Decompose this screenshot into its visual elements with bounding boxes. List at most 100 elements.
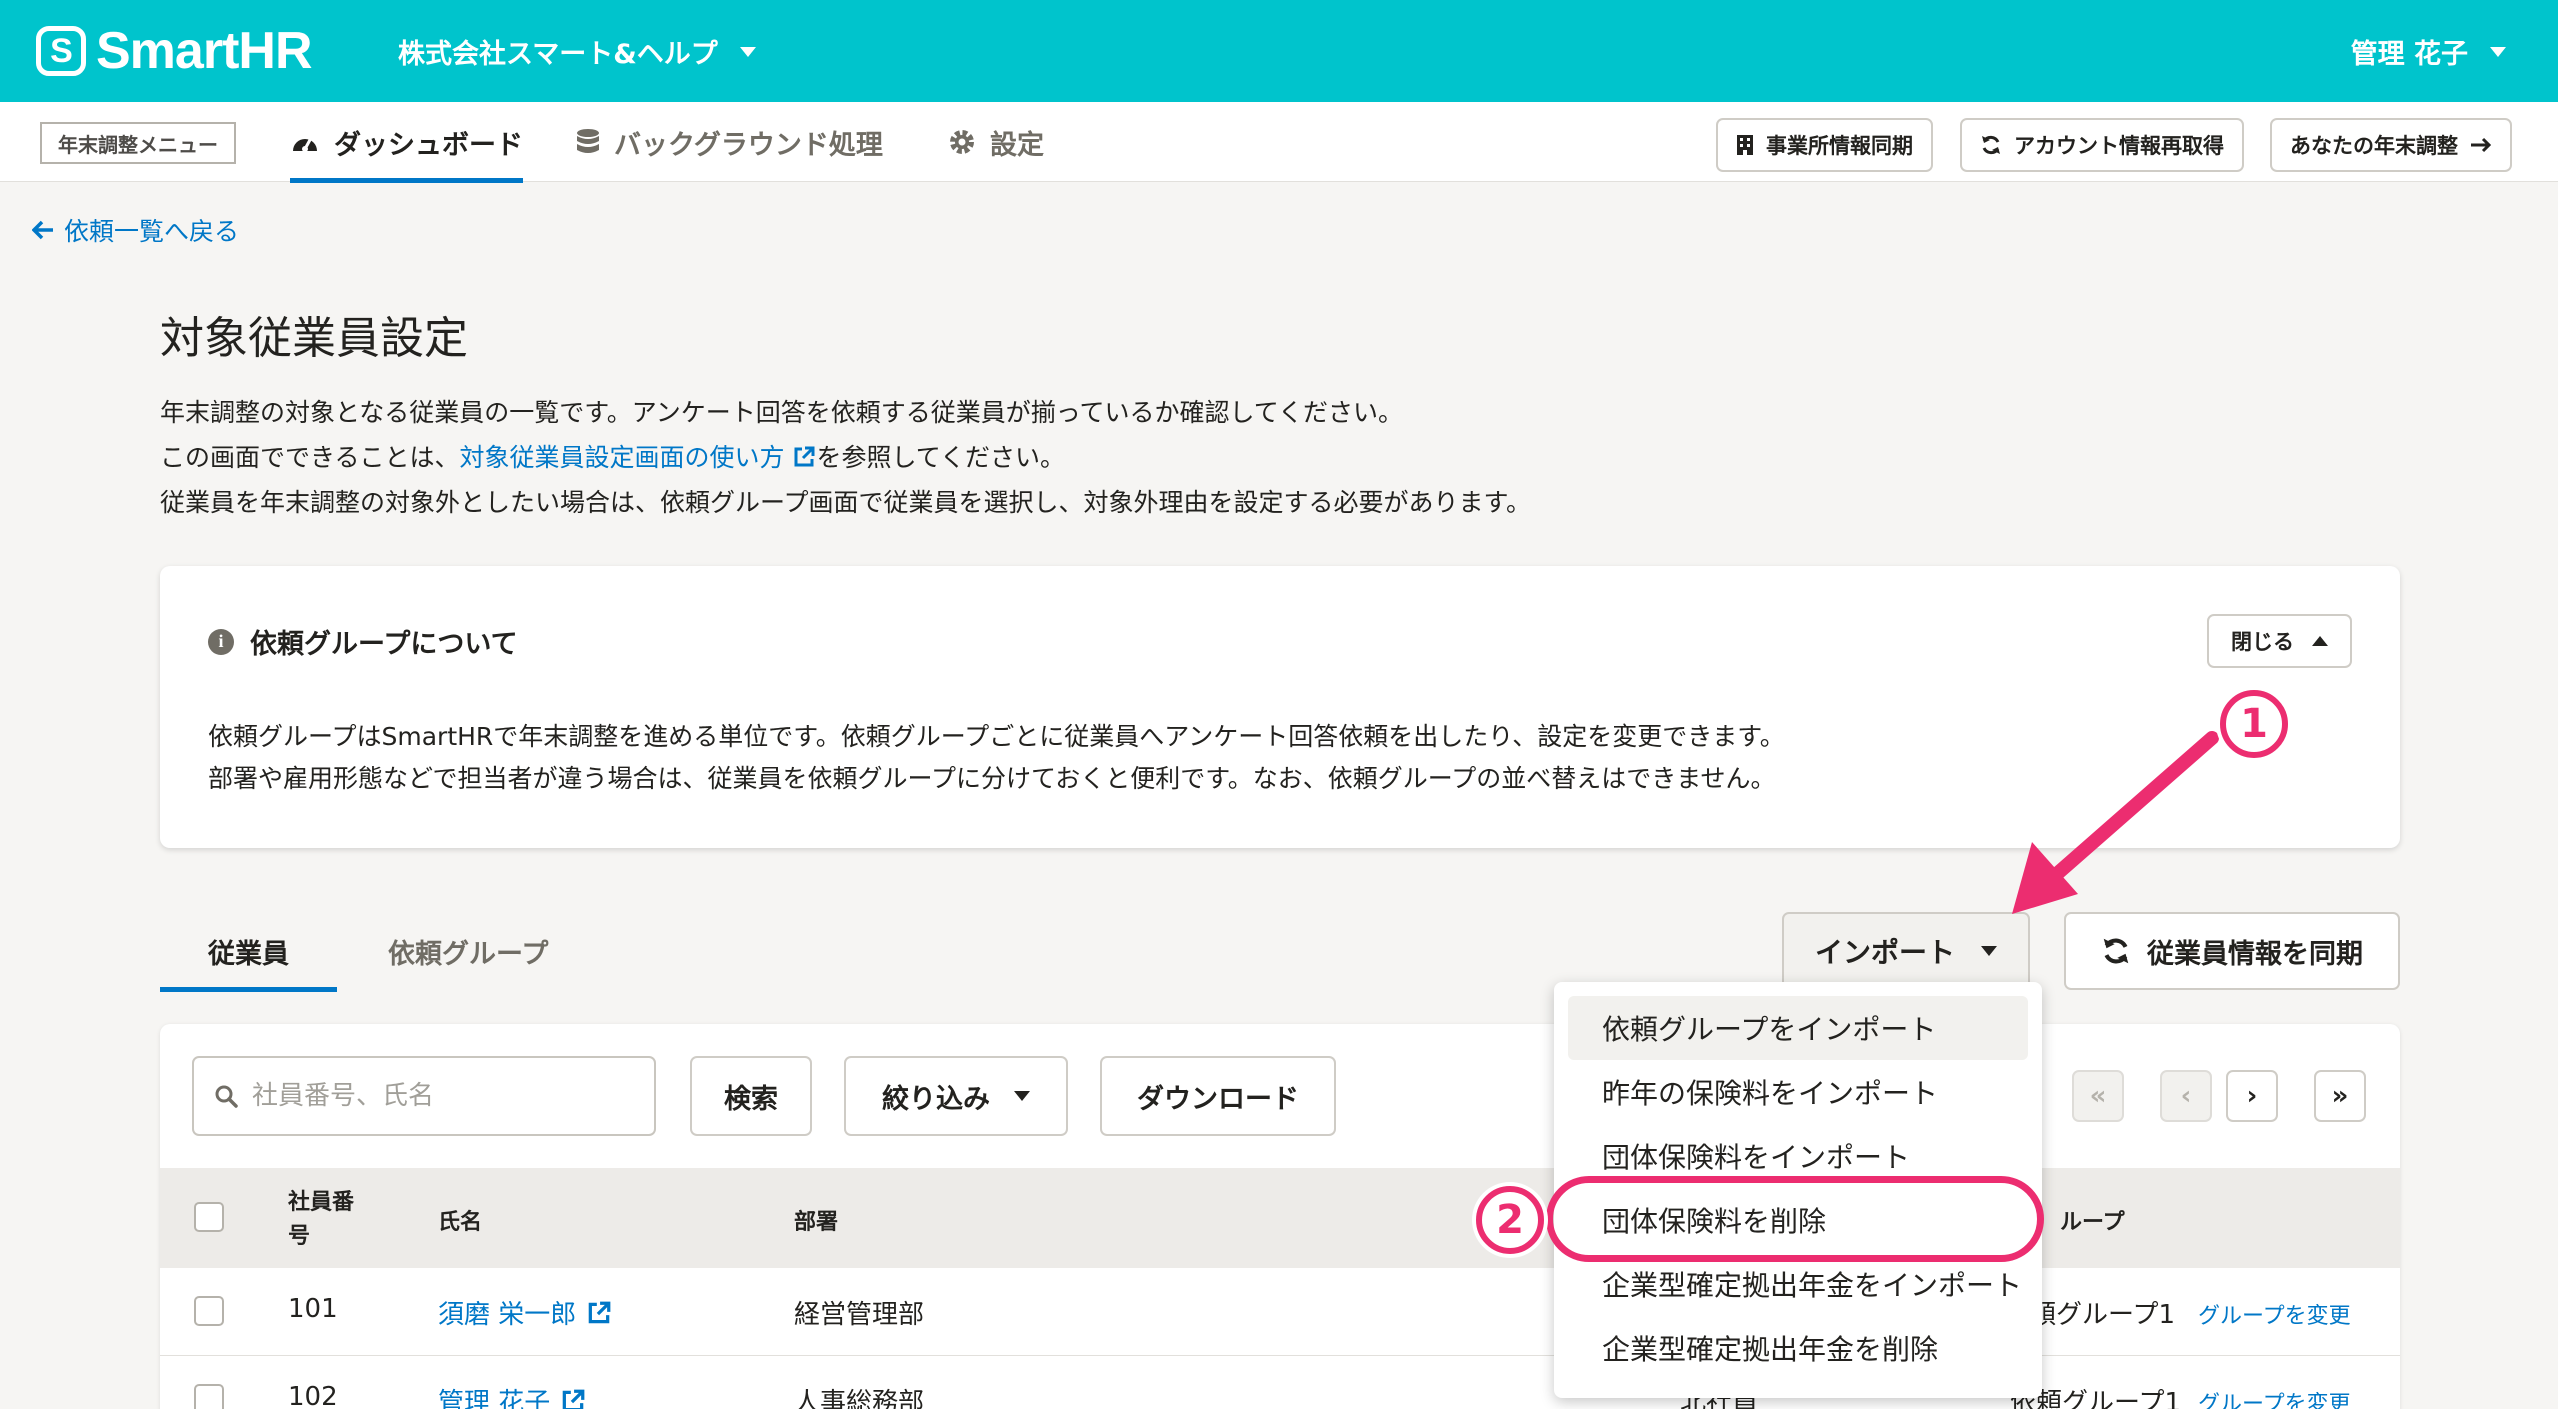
import-dropdown-menu: 依頼グループをインポート 昨年の保険料をインポート 団体保険料をインポート 団体…	[1554, 982, 2042, 1398]
employee-name-link[interactable]: 須磨 栄一郎	[438, 1294, 612, 1331]
caret-up-icon	[2312, 636, 2328, 646]
tab-dashboard[interactable]: ダッシュボード	[290, 102, 523, 183]
request-group-info-panel: i 依頼グループについて 閉じる 依頼グループはSmartHRで年末調整を進める…	[160, 566, 2400, 848]
sub-navigation: 年末調整メニュー ダッシュボード バックグラウンド処理 設定 事業所情報同期 ア…	[0, 102, 2558, 183]
double-chevron-right-icon: »	[2331, 1081, 2349, 1111]
smarthr-logo-mark-icon: S	[36, 26, 86, 76]
refresh-icon	[1980, 134, 2002, 156]
menu-item-import-dc-pension[interactable]: 企業型確定拠出年金をインポート	[1568, 1252, 2028, 1316]
search-field[interactable]	[192, 1056, 656, 1136]
search-input[interactable]	[252, 1081, 632, 1111]
your-year-end-label: あなたの年末調整	[2290, 134, 2458, 158]
header-employee-number: 社員番 号	[288, 1186, 354, 1254]
desc-line-2-post: を参照してください。	[816, 443, 1065, 472]
panel-title: 依頼グループについて	[250, 629, 518, 660]
change-group-link[interactable]: グループを変更	[2198, 1386, 2351, 1409]
back-link-label: 依頼一覧へ戻る	[64, 217, 240, 246]
step-1-badge: 1	[2220, 690, 2288, 758]
tab-settings[interactable]: 設定	[948, 102, 1044, 182]
back-to-list-link[interactable]: 依頼一覧へ戻る	[32, 212, 239, 248]
employee-number: 102	[288, 1382, 338, 1409]
page-description: 年末調整の対象となる従業員の一覧です。アンケート回答を依頼する従業員が揃っている…	[160, 390, 1531, 525]
employee-name-link[interactable]: 管理 花子	[438, 1382, 586, 1409]
your-year-end-button[interactable]: あなたの年末調整	[2270, 118, 2512, 172]
row-checkbox[interactable]	[194, 1384, 224, 1409]
header-employee-number-line2: 号	[288, 1224, 311, 1249]
top-bar: S SmartHR 株式会社スマート&ヘルプ 管理 花子	[0, 0, 2558, 102]
external-link-icon	[792, 445, 816, 469]
smarthr-logo[interactable]: S SmartHR	[36, 22, 312, 80]
gear-icon	[948, 128, 976, 156]
chevron-left-icon: ‹	[2180, 1081, 2192, 1111]
filter-button[interactable]: 絞り込み	[844, 1056, 1068, 1136]
tab-request-groups[interactable]: 依頼グループ	[340, 918, 596, 992]
database-icon	[576, 128, 600, 156]
panel-close-label: 閉じる	[2231, 630, 2294, 654]
first-page-button[interactable]: «	[2072, 1070, 2124, 1122]
caret-down-icon	[739, 46, 756, 57]
company-selector[interactable]: 株式会社スマート&ヘルプ	[398, 32, 756, 71]
search-button[interactable]: 検索	[690, 1056, 812, 1136]
header-group: ループ	[2060, 1210, 2125, 1235]
change-group-link[interactable]: グループを変更	[2198, 1298, 2351, 1330]
help-link[interactable]: 対象従業員設定画面の使い方	[460, 443, 817, 472]
prev-page-button[interactable]: ‹	[2160, 1070, 2212, 1122]
desc-line-2-pre: この画面でできることは、	[160, 443, 460, 472]
info-icon: i	[208, 628, 234, 655]
caret-down-icon	[1014, 1091, 1030, 1101]
panel-heading: i 依頼グループについて	[208, 622, 518, 661]
arrow-left-icon	[32, 220, 54, 240]
office-sync-label: 事業所情報同期	[1766, 134, 1913, 158]
import-button[interactable]: インポート	[1782, 912, 2030, 990]
tab-employees-label: 従業員	[208, 939, 289, 970]
double-chevron-left-icon: «	[2089, 1081, 2107, 1111]
user-name: 管理 花子	[2350, 39, 2468, 70]
account-refresh-label: アカウント情報再取得	[2014, 134, 2224, 158]
external-link-icon	[560, 1388, 586, 1409]
tab-settings-label: 設定	[990, 129, 1044, 161]
menu-item-delete-group-insurance[interactable]: 団体保険料を削除	[1568, 1188, 2028, 1252]
select-all-checkbox[interactable]	[194, 1202, 224, 1232]
download-button-label: ダウンロード	[1137, 1083, 1299, 1115]
chevron-right-icon: ›	[2246, 1081, 2258, 1111]
search-button-label: 検索	[724, 1083, 778, 1115]
desc-line-2: この画面でできることは、対象従業員設定画面の使い方 を参照してください。	[160, 435, 1531, 480]
arrow-right-icon	[2470, 137, 2492, 153]
employee-name: 管理 花子	[438, 1388, 551, 1409]
menu-item-import-last-year-insurance[interactable]: 昨年の保険料をインポート	[1568, 1060, 2028, 1124]
tab-employees[interactable]: 従業員	[160, 918, 337, 992]
step-2-badge: 2	[1476, 1186, 1544, 1254]
last-page-button[interactable]: »	[2314, 1070, 2366, 1122]
next-page-button[interactable]: ›	[2226, 1070, 2278, 1122]
building-icon	[1736, 134, 1754, 156]
logo-text: SmartHR	[96, 22, 312, 80]
refresh-icon	[2101, 936, 2131, 966]
sync-employees-button[interactable]: 従業員情報を同期	[2064, 912, 2400, 990]
download-button[interactable]: ダウンロード	[1100, 1056, 1336, 1136]
tab-dashboard-label: ダッシュボード	[334, 129, 523, 161]
table-row: 101 須磨 栄一郎 経営管理部 頼グループ1 グループを変更	[160, 1268, 2400, 1356]
department: 人事総務部	[794, 1388, 925, 1409]
desc-line-1: 年末調整の対象となる従業員の一覧です。アンケート回答を依頼する従業員が揃っている…	[160, 398, 1404, 427]
menu-item-import-group-insurance[interactable]: 団体保険料をインポート	[1568, 1124, 2028, 1188]
menu-item-import-request-groups[interactable]: 依頼グループをインポート	[1568, 996, 2028, 1060]
filter-button-label: 絞り込み	[882, 1083, 990, 1115]
external-link-icon	[586, 1300, 612, 1326]
user-menu[interactable]: 管理 花子	[2351, 32, 2506, 71]
year-end-menu-tag: 年末調整メニュー	[40, 122, 236, 164]
search-icon	[214, 1084, 238, 1108]
row-checkbox[interactable]	[194, 1296, 224, 1326]
caret-down-icon	[2490, 46, 2506, 57]
sync-employees-label: 従業員情報を同期	[2147, 938, 2363, 970]
office-sync-button[interactable]: 事業所情報同期	[1716, 118, 1933, 172]
menu-item-delete-dc-pension[interactable]: 企業型確定拠出年金を削除	[1568, 1316, 2028, 1380]
tab-background-process[interactable]: バックグラウンド処理	[576, 102, 883, 182]
group-name: 頼グループ1	[2030, 1300, 2175, 1330]
tab-background-label: バックグラウンド処理	[614, 129, 883, 161]
page-title: 対象従業員設定	[160, 313, 468, 364]
account-refresh-button[interactable]: アカウント情報再取得	[1960, 118, 2244, 172]
desc-line-3: 従業員を年末調整の対象外としたい場合は、依頼グループ画面で従業員を選択し、対象外…	[160, 488, 1532, 517]
panel-close-button[interactable]: 閉じる	[2207, 614, 2352, 668]
header-department: 部署	[794, 1210, 839, 1235]
company-name: 株式会社スマート&ヘルプ	[398, 39, 718, 70]
